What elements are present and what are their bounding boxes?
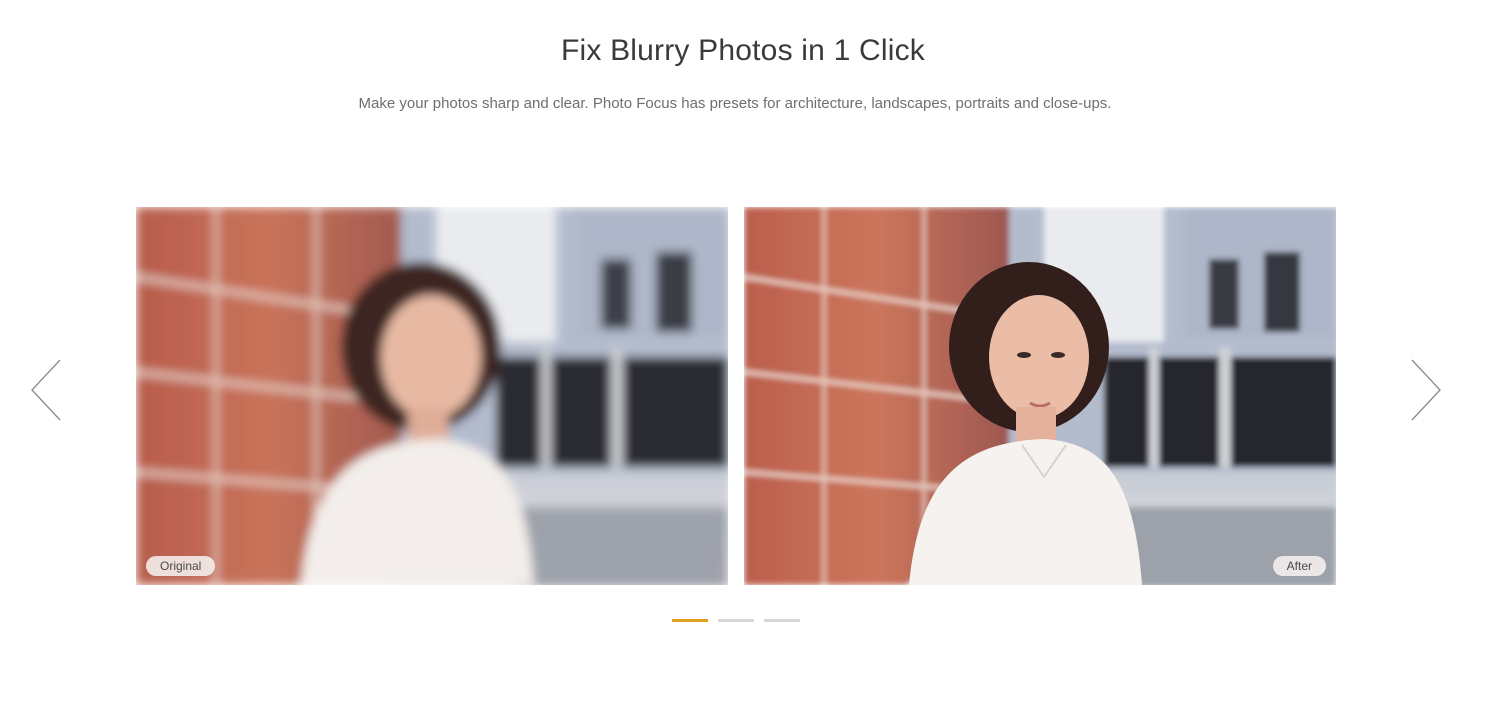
prev-slide-button[interactable]	[30, 358, 64, 422]
carousel-pagination	[672, 619, 810, 623]
after-photo: After	[744, 207, 1336, 585]
after-badge: After	[1272, 556, 1326, 576]
page-title: Fix Blurry Photos in 1 Click	[560, 34, 926, 67]
chevron-left-icon	[31, 359, 61, 421]
pagination-dot-1[interactable]	[672, 619, 708, 622]
original-badge: Original	[146, 556, 216, 576]
chevron-right-icon	[1411, 359, 1441, 421]
original-photo: Original	[136, 207, 728, 585]
pagination-dot-2[interactable]	[718, 619, 754, 622]
next-slide-button[interactable]	[1408, 358, 1442, 422]
pagination-dot-3[interactable]	[764, 619, 800, 622]
page-subtitle: Make your photos sharp and clear. Photo …	[358, 95, 1112, 112]
